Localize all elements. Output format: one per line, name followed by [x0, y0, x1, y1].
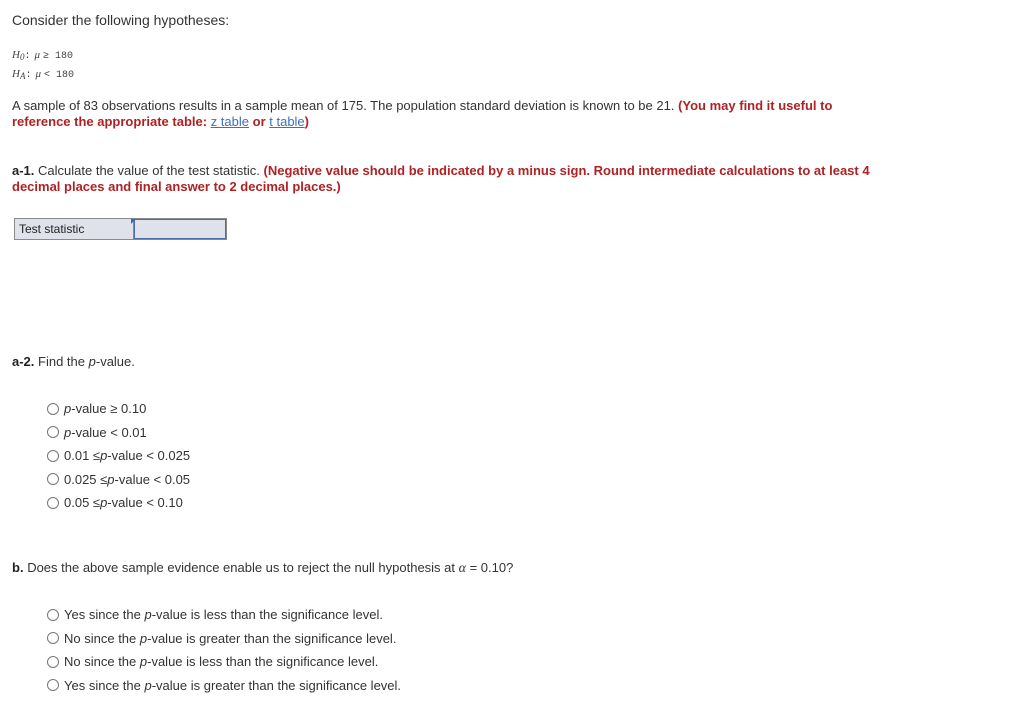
radio-button[interactable]: [47, 679, 59, 692]
z-table-link[interactable]: z table: [211, 114, 249, 129]
a1-question: Calculate the value of the test statisti…: [38, 163, 260, 178]
option-pre: No since the: [64, 654, 137, 670]
p-value-option[interactable]: 0.05 ≤ p -value < 0.10: [47, 491, 190, 515]
a1-label: a-1.: [12, 163, 35, 178]
radio-button[interactable]: [47, 608, 59, 621]
a2-question-pre: Find the: [38, 354, 89, 369]
radio-button[interactable]: [47, 402, 59, 415]
radio-button[interactable]: [47, 632, 59, 645]
test-statistic-answer-row: Test statistic: [14, 218, 227, 240]
option-post: -value < 0.10: [107, 495, 183, 511]
radio-button[interactable]: [47, 449, 59, 462]
p-value-option[interactable]: 0.025 ≤ p -value < 0.05: [47, 468, 190, 492]
test-statistic-input[interactable]: [134, 219, 226, 239]
radio-button[interactable]: [47, 473, 59, 486]
option-p: p: [107, 471, 115, 487]
radio-button[interactable]: [47, 426, 59, 439]
option-post: -value is greater than the significance …: [147, 630, 397, 646]
t-table-link[interactable]: t table: [269, 114, 304, 129]
problem-statement: A sample of 83 observations results in a…: [12, 98, 892, 130]
option-post: -value ≥ 0.10: [71, 401, 147, 417]
option-post: -value < 0.025: [107, 448, 191, 464]
question-a1: a-1. Calculate the value of the test sta…: [12, 163, 892, 195]
option-pre: No since the: [64, 630, 137, 646]
radio-button[interactable]: [47, 496, 59, 509]
option-post: -value is greater than the significance …: [151, 677, 402, 693]
h0-mu: μ: [34, 49, 40, 61]
note-or: or: [252, 114, 266, 129]
option-p: p: [139, 630, 148, 646]
option-pre: 0.025 ≤: [64, 471, 108, 487]
ha-value: 180: [56, 70, 75, 81]
option-p: p: [100, 448, 108, 464]
option-post: -value < 0.01: [71, 424, 147, 440]
decision-option[interactable]: Yes since the p -value is greater than th…: [47, 674, 401, 698]
a2-label: a-2.: [12, 354, 35, 369]
ha-mu: μ: [35, 68, 41, 80]
option-pre: 0.05 ≤: [64, 495, 101, 511]
problem-text: A sample of 83 observations results in a…: [12, 98, 675, 113]
option-p: p: [144, 607, 152, 623]
option-p: p: [100, 495, 108, 511]
ha-sub: A: [19, 71, 26, 81]
note-end: ): [304, 114, 310, 129]
option-post: -value is less than the significance lev…: [147, 654, 379, 670]
h0-op: ≥: [43, 51, 50, 62]
b-label: b.: [12, 560, 24, 575]
test-statistic-label: Test statistic: [15, 219, 134, 239]
question-a2: a-2. Find the p-value.: [12, 354, 892, 370]
b-question-post: = 0.10?: [465, 560, 514, 575]
option-pre: Yes since the: [64, 677, 141, 693]
a2-question-p: p: [88, 354, 96, 369]
option-pre: Yes since the: [64, 607, 141, 623]
alternative-hypothesis: HA: μ < 180: [12, 68, 75, 81]
option-post: -value is less than the significance lev…: [151, 607, 383, 623]
option-pre: 0.01 ≤: [64, 448, 101, 464]
decision-option[interactable]: Yes since the p -value is less than the s…: [47, 603, 401, 627]
option-p: p: [139, 654, 148, 670]
radio-button[interactable]: [47, 655, 59, 668]
decision-option[interactable]: No since the p -value is less than the si…: [47, 650, 401, 674]
option-p: p: [64, 424, 72, 440]
h0-var: H: [12, 49, 20, 61]
option-post: -value < 0.05: [114, 471, 191, 487]
ha-var: H: [12, 68, 20, 80]
h0-sub: 0: [19, 52, 25, 62]
alpha-symbol: α: [458, 561, 466, 576]
question-b: b. Does the above sample evidence enable…: [12, 560, 892, 577]
p-value-option[interactable]: p -value < 0.01: [47, 421, 190, 445]
p-value-option[interactable]: p -value ≥ 0.10: [47, 397, 190, 421]
option-p: p: [144, 677, 152, 693]
intro-text: Consider the following hypotheses:: [12, 12, 230, 28]
p-value-options: p -value ≥ 0.10 p -value < 0.01 0.01 ≤ p -v…: [47, 397, 190, 515]
input-corner-marker-icon: [131, 219, 136, 224]
b-question-pre: Does the above sample evidence enable us…: [27, 560, 459, 575]
p-value-option[interactable]: 0.01 ≤ p -value < 0.025: [47, 444, 190, 468]
ha-op: <: [44, 70, 51, 81]
decision-option[interactable]: No since the p -value is greater than the…: [47, 627, 401, 651]
a2-question-post: -value.: [95, 354, 135, 369]
h0-value: 180: [55, 51, 74, 62]
option-p: p: [64, 401, 72, 417]
decision-options: Yes since the p -value is less than the s…: [47, 603, 401, 697]
null-hypothesis: H0: μ ≥ 180: [12, 49, 74, 62]
